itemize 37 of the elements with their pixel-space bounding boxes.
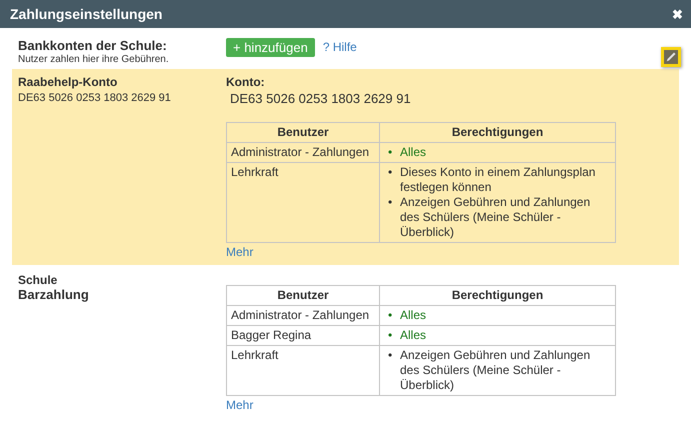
iban-text: DE63 5026 0253 1803 2629 91	[230, 91, 412, 106]
bullet-mark: •	[387, 308, 394, 323]
account-detail: Barzahlung	[18, 287, 90, 302]
permission-item: Alles	[400, 145, 428, 160]
help-link[interactable]: ? Hilfe	[322, 40, 357, 54]
column-header: Benutzer	[226, 286, 380, 306]
permission-item: Dieses Konto in einem Zahlungsplan festlegen können	[400, 165, 596, 195]
account-name: Schule	[18, 273, 58, 287]
permission-item: Alles	[400, 308, 428, 323]
permission-item: Alles	[400, 328, 428, 343]
bullet-mark: •	[387, 348, 394, 363]
column-header: Berechtigungen	[380, 122, 616, 142]
account-name: Raabehelp-Konto	[18, 75, 118, 89]
bullet-mark: •	[387, 195, 394, 210]
table-cell: Lehrkraft	[226, 346, 380, 396]
permission-item: Anzeigen Gebühren und Zahlungen des Schülers (Meine Schüler - Überblick)	[400, 348, 592, 393]
edit-button[interactable]	[661, 47, 681, 67]
section-description: Nutzer zahlen hier ihre Gebühren.	[18, 54, 170, 65]
section-title: Bankkonten der Schule:	[18, 38, 168, 53]
table-cell: Administrator - Zahlungen	[226, 142, 380, 162]
window-title: Zahlungseinstellungen	[10, 6, 162, 22]
table-cell: Bagger Regina	[226, 326, 380, 346]
permission-item: Anzeigen Gebühren und Zahlungen des Schülers (Meine Schüler - Überblick)	[400, 195, 592, 240]
column-header: Benutzer	[226, 122, 380, 142]
table-cell: Lehrkraft	[226, 162, 380, 242]
add-button[interactable]: + hinzufügen	[226, 38, 315, 57]
account-detail: DE63 5026 0253 1803 2629 91	[18, 92, 172, 104]
bullet-mark: •	[387, 145, 394, 160]
more-link[interactable]: Mehr	[226, 245, 254, 259]
column-header: Berechtigungen	[380, 286, 616, 306]
table-cell: Administrator - Zahlungen	[226, 306, 380, 326]
pencil-icon	[665, 51, 677, 63]
bullet-mark: •	[387, 165, 394, 180]
more-link[interactable]: Mehr	[226, 398, 254, 412]
bullet-mark: •	[387, 328, 394, 343]
account-label: Konto:	[226, 75, 266, 89]
close-button[interactable]: ✖	[672, 6, 683, 22]
